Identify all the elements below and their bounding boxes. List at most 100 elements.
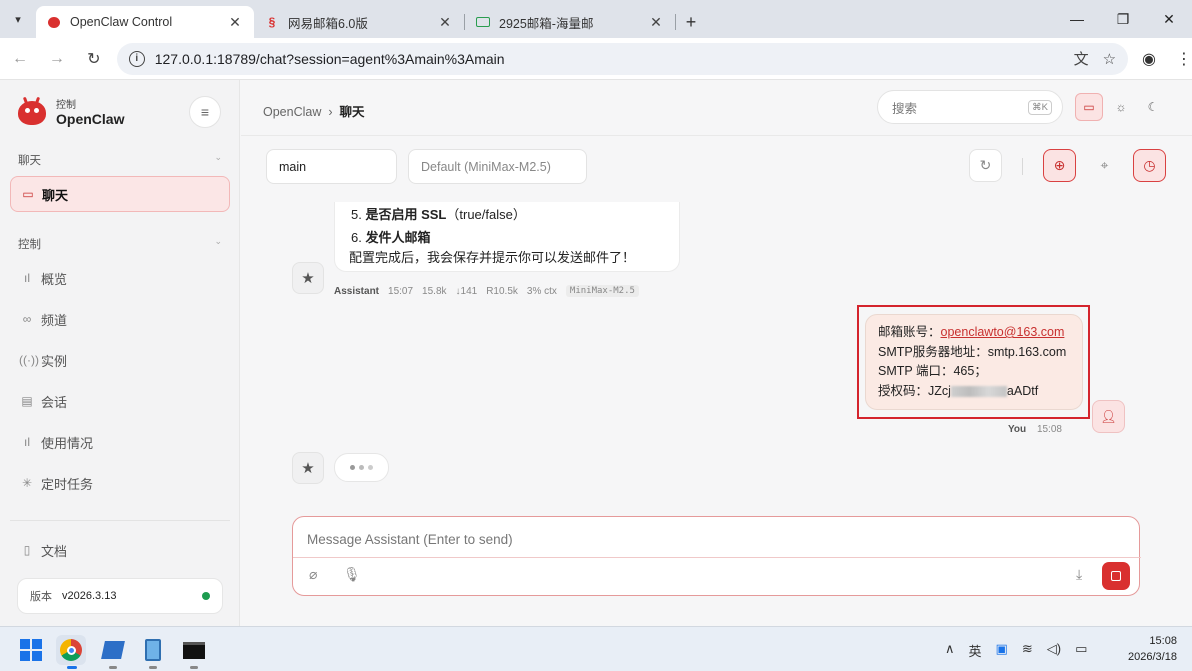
- email-link[interactable]: openclawto@163.com: [941, 325, 1065, 339]
- model-select[interactable]: Default (MiniMax-M2.5): [408, 149, 587, 184]
- minimize-icon[interactable]: —: [1054, 0, 1100, 38]
- sidebar-toggle-button[interactable]: ≡: [189, 96, 221, 128]
- version-box: 版本 v2026.3.13: [17, 578, 223, 614]
- line-label: 授权码：JZcj: [878, 383, 951, 398]
- tab-openclaw-control[interactable]: OpenClaw Control ✕: [36, 6, 254, 38]
- meta-context: 3% ctx: [526, 285, 557, 297]
- sidebar-item-channels[interactable]: ∞ 频道: [10, 301, 230, 337]
- sidebar-item-usage[interactable]: ıl 使用情况: [10, 424, 230, 460]
- close-tab-icon[interactable]: ✕: [226, 14, 244, 31]
- breadcrumb: OpenClaw › 聊天: [263, 101, 364, 120]
- ime-indicator[interactable]: 英: [969, 641, 982, 660]
- url-text[interactable]: 127.0.0.1:18789/chat?session=agent%3Amai…: [155, 51, 1060, 67]
- sidebar-item-sessions[interactable]: ▤ 会话: [10, 383, 230, 419]
- moon-icon[interactable]: ☾: [1139, 93, 1167, 121]
- assistant-avatar: ★: [292, 262, 324, 294]
- assistant-avatar: ★: [292, 452, 324, 484]
- main-panel: OpenClaw › 聊天 搜索 ⌘K ▭ ☼ ☾ main Default (…: [241, 80, 1192, 626]
- back-arrow-icon[interactable]: ←: [3, 42, 37, 76]
- sidebar-item-label: 会话: [41, 394, 68, 410]
- kebab-menu-icon[interactable]: ⋮: [1176, 49, 1192, 69]
- brain-icon: ⊕: [1053, 157, 1066, 173]
- stop-button[interactable]: [1102, 562, 1130, 590]
- section-control-header[interactable]: 控制 ⌄: [18, 236, 222, 252]
- running-indicator: [149, 666, 157, 669]
- sidebar-item-cron[interactable]: ✳ 定时任务: [10, 465, 230, 501]
- close-tab-icon[interactable]: ✕: [647, 14, 665, 31]
- search-input[interactable]: 搜索 ⌘K: [877, 90, 1063, 124]
- notepad-taskbar-icon[interactable]: [138, 635, 168, 665]
- wifi-icon[interactable]: ≋: [1022, 641, 1033, 660]
- sun-icon[interactable]: ☼: [1107, 93, 1135, 121]
- openclaw-logo-icon: [16, 96, 48, 127]
- list-number: 5.: [351, 207, 362, 222]
- assistant-message-meta: Assistant 15:07 15.8k ↓141 R10.5k 3% ctx…: [334, 285, 639, 297]
- translate-icon[interactable]: 文: [1074, 48, 1089, 69]
- reload-icon[interactable]: ↻: [77, 42, 111, 76]
- sidebar-item-label: 使用情况: [41, 435, 94, 451]
- tab-2925-mail[interactable]: 2925邮箱-海量邮 ✕: [465, 6, 675, 38]
- close-window-icon[interactable]: ✕: [1146, 0, 1192, 38]
- breadcrumb-separator: ›: [328, 105, 333, 119]
- tab-netease-mail[interactable]: § 网易邮箱6.0版 ✕: [254, 6, 464, 38]
- chrome-taskbar-icon[interactable]: [56, 635, 86, 665]
- refresh-button[interactable]: ↻: [969, 149, 1002, 182]
- active-indicator: [67, 666, 77, 669]
- brand-subtitle: 控制: [56, 100, 76, 111]
- broadcast-icon: ((·)): [19, 353, 39, 367]
- new-tab-plus-icon[interactable]: +: [676, 6, 706, 38]
- sidebar-item-label: 实例: [41, 353, 68, 369]
- restore-icon[interactable]: ❐: [1100, 0, 1146, 38]
- profile-icon[interactable]: ◉: [1142, 49, 1156, 69]
- focus-icon: ⌖: [1100, 157, 1109, 173]
- sidebar-item-overview[interactable]: ıl 概览: [10, 260, 230, 296]
- sidebar-item-docs[interactable]: ▯ 文档: [10, 532, 230, 568]
- bookmark-star-icon[interactable]: ☆: [1103, 50, 1116, 68]
- line-tail: aADtf: [1006, 383, 1039, 398]
- clock-date: 2026/3/18: [1128, 651, 1177, 663]
- battery-icon[interactable]: ▭: [1075, 641, 1087, 660]
- running-indicator: [190, 666, 198, 669]
- volume-icon[interactable]: ◁): [1047, 641, 1061, 660]
- version-label: 版本: [30, 591, 52, 603]
- taskbar-clock[interactable]: 15:08 2026/3/18: [1128, 633, 1177, 665]
- history-toggle-button[interactable]: ◷: [1133, 149, 1166, 182]
- assistant-message-bubble: 5. 是否启用 SSL（true/false） 6. 发件人邮箱 配置完成后，我…: [334, 202, 680, 272]
- microphone-icon[interactable]: 🎙︎: [343, 566, 361, 583]
- breadcrumb-root[interactable]: OpenClaw: [263, 105, 321, 119]
- section-chat-header[interactable]: 聊天 ⌄: [18, 152, 222, 168]
- terminal-taskbar-icon[interactable]: [179, 635, 209, 665]
- session-select[interactable]: main: [266, 149, 397, 184]
- close-tab-icon[interactable]: ✕: [436, 14, 454, 31]
- sidebar-item-label: 聊天: [42, 187, 69, 203]
- sidebar-item-chat[interactable]: ▭ 聊天: [10, 176, 230, 212]
- message-input[interactable]: Message Assistant (Enter to send): [307, 532, 513, 547]
- tray-expand-chevron-icon[interactable]: ∧: [945, 641, 955, 660]
- system-tray: ∧ 英 ▣ ≋ ◁) ▭: [945, 641, 1087, 660]
- sidebar-item-instances[interactable]: ((·)) 实例: [10, 342, 230, 378]
- sidebar-divider: [10, 520, 230, 521]
- star-icon: ★: [301, 270, 315, 287]
- focus-button[interactable]: ⌖: [1088, 149, 1121, 182]
- download-icon[interactable]: ⤓: [1076, 566, 1082, 583]
- list-item: 6. 发件人邮箱: [351, 227, 430, 246]
- typing-dot: [368, 465, 373, 470]
- attach-paperclip-icon[interactable]: ⌀: [309, 566, 317, 583]
- openclaw-favicon-icon: [46, 14, 62, 30]
- tab-title: 2925邮箱-海量邮: [499, 16, 594, 31]
- powershell-taskbar-icon[interactable]: [98, 635, 128, 665]
- tab-search-chevron-icon[interactable]: ▾: [0, 0, 36, 38]
- typing-indicator: [334, 453, 389, 482]
- monitor-icon[interactable]: ▭: [1075, 93, 1103, 121]
- refresh-icon: ↻: [979, 157, 992, 173]
- forward-arrow-icon[interactable]: →: [40, 42, 74, 76]
- user-message-bubble: 邮箱账号：openclawto@163.com SMTP服务器地址：smtp.1…: [865, 314, 1083, 410]
- windows-start-icon[interactable]: [16, 635, 46, 665]
- thinking-toggle-button[interactable]: ⊕: [1043, 149, 1076, 182]
- person-icon: 👤︎: [1100, 408, 1117, 424]
- user-message-meta: You 15:08: [1008, 424, 1062, 435]
- site-info-icon[interactable]: i: [128, 50, 145, 67]
- composer-divider: [293, 557, 1141, 558]
- tray-app-icon[interactable]: ▣: [996, 641, 1008, 660]
- omnibox[interactable]: i 127.0.0.1:18789/chat?session=agent%3Am…: [116, 42, 1129, 75]
